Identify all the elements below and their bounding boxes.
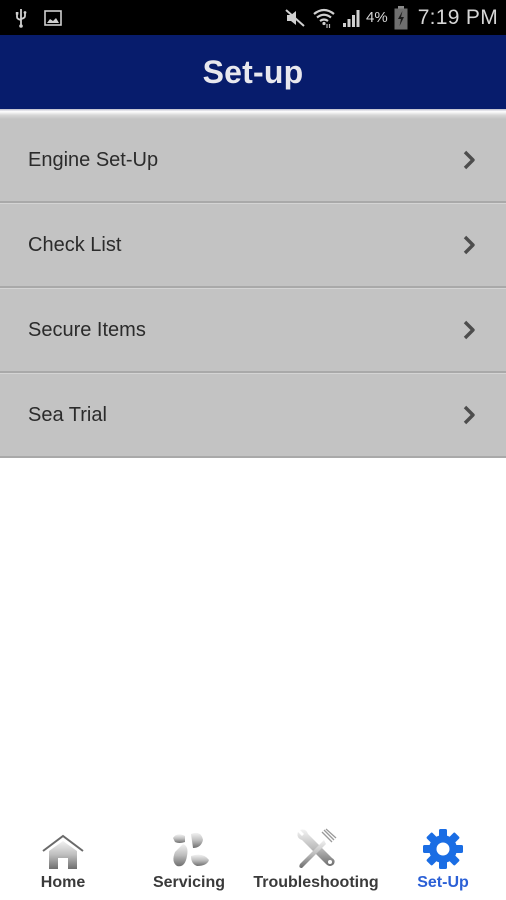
screen: 4% 7:19 PM Set-up Engine Set-Up Check Li… — [0, 0, 506, 900]
tab-troubleshooting[interactable]: Troubleshooting — [250, 826, 382, 892]
battery-percent: 4% — [366, 9, 388, 26]
menu-item-engine-set-up[interactable]: Engine Set-Up — [0, 119, 506, 203]
battery-charging-icon — [394, 5, 408, 30]
tab-label: Troubleshooting — [253, 874, 379, 891]
setup-menu-list: Engine Set-Up Check List Secure Items Se… — [0, 119, 506, 458]
menu-item-sea-trial[interactable]: Sea Trial — [0, 373, 506, 458]
image-icon — [44, 9, 62, 26]
home-icon — [41, 826, 85, 870]
menu-item-label: Secure Items — [28, 318, 146, 341]
tab-label: Servicing — [152, 874, 226, 891]
gear-icon — [422, 826, 464, 870]
usb-icon — [14, 8, 28, 28]
menu-item-secure-items[interactable]: Secure Items — [0, 288, 506, 373]
tab-label: Set-Up — [417, 874, 469, 891]
bottom-tab-bar: Home Servicing Troubleshooting Set-Up — [0, 826, 506, 900]
tab-setup[interactable]: Set-Up — [405, 826, 481, 892]
wifi-icon — [312, 7, 336, 29]
chevron-right-icon — [462, 320, 476, 340]
tab-home[interactable]: Home — [22, 826, 104, 892]
chevron-right-icon — [462, 405, 476, 425]
status-bar: 4% 7:19 PM — [0, 0, 506, 35]
propeller-icon — [167, 826, 211, 870]
menu-item-check-list[interactable]: Check List — [0, 203, 506, 288]
signal-icon — [342, 8, 362, 28]
wrench-fork-icon — [294, 826, 338, 870]
tab-servicing[interactable]: Servicing — [146, 826, 232, 892]
chevron-right-icon — [462, 150, 476, 170]
app-header: Set-up — [0, 35, 506, 109]
menu-item-label: Engine Set-Up — [28, 148, 159, 171]
header-divider — [0, 109, 506, 119]
chevron-right-icon — [462, 235, 476, 255]
status-bar-left — [0, 8, 62, 28]
clock: 7:19 PM — [417, 5, 498, 29]
status-bar-right: 4% 7:19 PM — [284, 5, 506, 30]
page-title: Set-up — [202, 53, 304, 90]
tab-label: Home — [40, 874, 86, 891]
menu-item-label: Sea Trial — [28, 403, 107, 426]
menu-item-label: Check List — [28, 233, 122, 256]
mute-icon — [284, 8, 306, 28]
